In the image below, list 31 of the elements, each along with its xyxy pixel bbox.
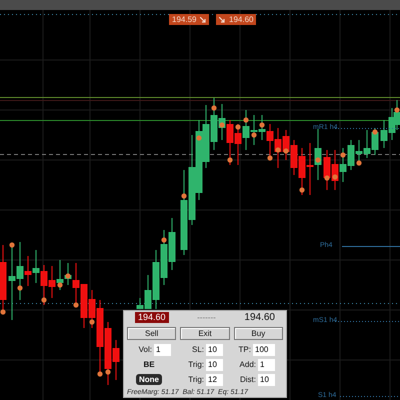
arrow-icon [219, 16, 225, 22]
level-line [342, 246, 400, 247]
input-field[interactable]: 1 [258, 358, 275, 370]
field-label: Add: [240, 360, 256, 370]
trade-button[interactable]: Buy [234, 327, 283, 340]
spread-label: ------- [197, 312, 216, 322]
field-label: Vol: [138, 344, 152, 354]
toggle-button[interactable]: BE [140, 359, 158, 370]
field-label: Dist: [240, 374, 256, 384]
sell-price: 194.60 [135, 312, 169, 323]
input-field[interactable]: 10 [206, 358, 223, 370]
level-line [334, 128, 400, 129]
toggle-button[interactable]: None [136, 374, 162, 385]
trade-button[interactable]: Exit [180, 327, 230, 340]
field-label: Trig: [188, 360, 204, 370]
trade-button[interactable]: Sell [127, 327, 176, 340]
input-field[interactable]: 10 [258, 374, 275, 386]
level-line [340, 396, 400, 397]
buy-price: 194.60 [244, 312, 275, 322]
candlestick [0, 244, 6, 315]
field-label: Trig: [188, 374, 204, 384]
arrow-icon [200, 16, 206, 22]
price-label: 194.59 [172, 14, 196, 25]
input-field[interactable]: 12 [206, 374, 223, 386]
field-label: TP: [238, 344, 251, 354]
price-label: 194.60 [229, 14, 254, 25]
level-line [334, 321, 400, 322]
field-label: SL: [192, 344, 204, 354]
input-field[interactable]: 100 [253, 344, 275, 356]
input-field[interactable]: 1 [154, 344, 171, 356]
input-field[interactable]: 10 [206, 344, 223, 356]
